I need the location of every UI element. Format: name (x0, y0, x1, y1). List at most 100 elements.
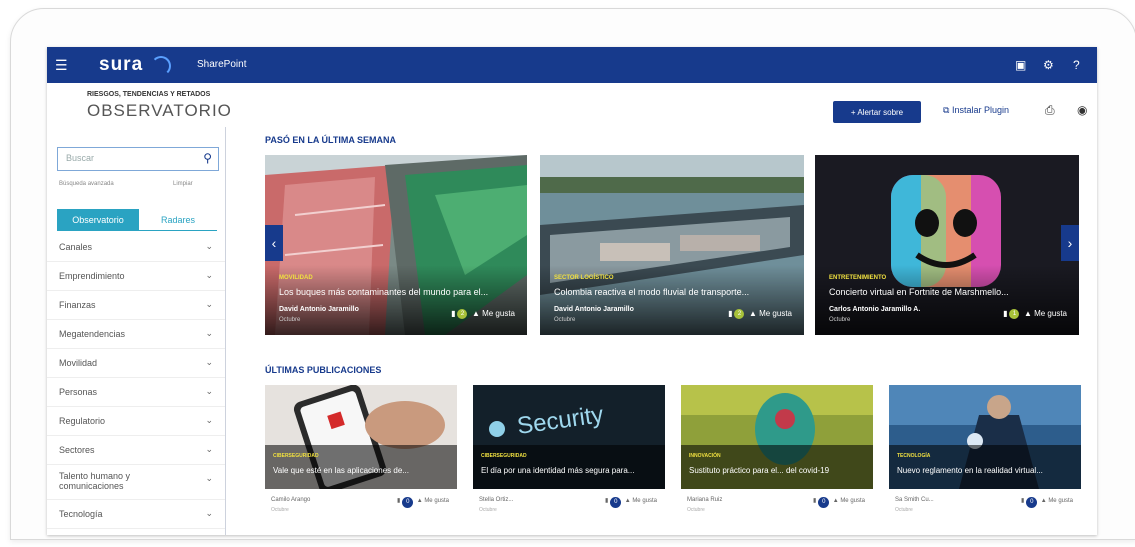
category-item[interactable]: Movilidad ⌄ (47, 349, 225, 378)
print-icon[interactable]: ⎙ (1045, 103, 1055, 118)
comment-count: 0 (610, 497, 622, 508)
category-item[interactable]: Regulatorio ⌄ (47, 407, 225, 436)
carousel-prev-button[interactable]: ‹ (265, 225, 283, 261)
like-icon[interactable]: ▲ (1024, 309, 1032, 318)
comment-icon[interactable]: ▮ (1021, 498, 1024, 504)
like-label[interactable]: Me gusta (482, 309, 515, 318)
mobile-icon[interactable]: ▣ (1015, 58, 1026, 72)
site-header: RIESGOS, TENDENCIAS Y RETADOS OBSERVATOR… (47, 83, 1097, 127)
recent-title[interactable]: Vale que esté en las aplicaciones de... (273, 466, 449, 475)
category-list: Canales ⌄ Emprendimiento ⌄ Finanzas ⌄ Megat… (47, 233, 225, 529)
category-label: Canales (59, 242, 93, 252)
search-icon[interactable]: ⚲ (203, 151, 212, 165)
sharepoint-window: ☰ sura SharePoint ▣ ⚙ ? RIESGOS, TENDENC… (47, 47, 1097, 535)
recent-footer: Mariana Ruiz Octubre ▮ 0 ▲ Me gusta (681, 491, 873, 519)
category-item[interactable]: Finanzas ⌄ (47, 291, 225, 320)
featured-card[interactable]: MOVILIDAD Los buques más contaminantes d… (265, 155, 527, 335)
like-label[interactable]: Me gusta (424, 498, 449, 504)
recent-card[interactable]: TECNOLOGÍA Nuevo reglamento en la realid… (889, 385, 1081, 520)
card-title[interactable]: Los buques más contaminantes del mundo p… (279, 287, 509, 297)
section-title-recent: ÚLTIMAS PUBLICACIONES (265, 365, 382, 375)
comment-count: 0 (818, 497, 830, 508)
comment-icon[interactable]: ▮ (605, 498, 608, 504)
recent-tag: CIBERSEGURIDAD (273, 453, 319, 459)
like-label[interactable]: Me gusta (1048, 498, 1073, 504)
like-label[interactable]: Me gusta (632, 498, 657, 504)
recent-card[interactable]: Security CIBERSEGURIDAD El día por una i… (473, 385, 665, 520)
like-label[interactable]: Me gusta (759, 309, 792, 318)
card-title[interactable]: Colombia reactiva el modo fluvial de tra… (554, 287, 784, 297)
like-icon[interactable]: ▲ (833, 498, 839, 504)
clear-link[interactable]: Limpiar (173, 181, 193, 187)
chevron-down-icon: ⌄ (205, 415, 213, 425)
carousel-next-button[interactable]: › (1061, 225, 1079, 261)
brand-arc-icon (151, 56, 171, 76)
recent-stats: ▮ 0 ▲ Me gusta (605, 497, 657, 508)
featured-card[interactable]: ENTRETENIMIENTO Concierto virtual en For… (815, 155, 1079, 335)
like-label[interactable]: Me gusta (1034, 309, 1067, 318)
recent-card[interactable]: CIBERSEGURIDAD Vale que esté en las apli… (265, 385, 457, 520)
category-label: Tecnología (59, 509, 103, 519)
like-icon[interactable]: ▲ (417, 498, 423, 504)
comment-icon[interactable]: ▮ (813, 498, 816, 504)
recent-date: Octubre (895, 507, 913, 513)
comment-icon[interactable]: ▮ (451, 309, 455, 318)
category-label: Talento humano y comunicaciones (59, 471, 131, 491)
recent-title[interactable]: Nuevo reglamento en la realidad virtual.… (897, 466, 1073, 475)
category-item[interactable]: Megatendencias ⌄ (47, 320, 225, 349)
recent-card[interactable]: INNOVACIÓN Sustituto práctico para el...… (681, 385, 873, 520)
category-item[interactable]: Personas ⌄ (47, 378, 225, 407)
install-plugin-link[interactable]: ⧉ Instalar Plugin (943, 105, 1009, 116)
settings-icon[interactable]: ⚙ (1043, 58, 1054, 72)
recent-tag: TECNOLOGÍA (897, 453, 931, 459)
comment-icon[interactable]: ▮ (1003, 309, 1007, 318)
recent-image: INNOVACIÓN Sustituto práctico para el...… (681, 385, 873, 489)
view-icon[interactable]: ◉ (1077, 103, 1087, 117)
card-stats: ▮ 2 ▲ Me gusta (728, 309, 792, 319)
like-icon[interactable]: ▲ (749, 309, 757, 318)
card-title[interactable]: Concierto virtual en Fortnite de Marshme… (829, 287, 1059, 297)
category-item[interactable]: Talento humano y comunicaciones ⌄ (47, 465, 225, 500)
comment-icon[interactable]: ▮ (728, 309, 732, 318)
like-label[interactable]: Me gusta (840, 498, 865, 504)
brand-logo[interactable]: sura (99, 54, 143, 76)
recent-date: Octubre (271, 507, 289, 513)
category-item[interactable]: Canales ⌄ (47, 233, 225, 262)
recent-image: Security CIBERSEGURIDAD El día por una i… (473, 385, 665, 489)
chevron-down-icon: ⌄ (205, 508, 213, 518)
card-date: Octubre (279, 317, 301, 323)
card-date: Octubre (554, 317, 576, 323)
search-input[interactable]: Buscar ⚲ (57, 147, 219, 171)
chevron-down-icon: ⌄ (205, 328, 213, 338)
category-item[interactable]: Sectores ⌄ (47, 436, 225, 465)
like-icon[interactable]: ▲ (625, 498, 631, 504)
site-title[interactable]: OBSERVATORIO (87, 101, 232, 121)
recent-footer: Sa Smith Cu... Octubre ▮ 0 ▲ Me gusta (889, 491, 1081, 519)
recent-footer: Camilo Arango Octubre ▮ 0 ▲ Me gusta (265, 491, 457, 519)
like-icon[interactable]: ▲ (472, 309, 480, 318)
chevron-down-icon: ⌄ (205, 241, 213, 251)
search-placeholder: Buscar (66, 153, 95, 163)
recent-title[interactable]: El día por una identidad más segura para… (481, 466, 657, 475)
alert-button[interactable]: + Alertar sobre (833, 101, 921, 123)
like-icon[interactable]: ▲ (1041, 498, 1047, 504)
comment-count: 0 (402, 497, 414, 508)
waffle-icon[interactable]: ☰ (55, 58, 68, 72)
advanced-search-link[interactable]: Búsqueda avanzada (59, 181, 114, 187)
card-stats: ▮ 1 ▲ Me gusta (1003, 309, 1067, 319)
chevron-down-icon: ⌄ (205, 270, 213, 280)
recent-title[interactable]: Sustituto práctico para el... del covid-… (689, 466, 865, 475)
comment-icon[interactable]: ▮ (397, 498, 400, 504)
featured-card[interactable]: SECTOR LOGÍSTICO Colombia reactiva el mo… (540, 155, 804, 335)
category-item[interactable]: Tecnología ⌄ (47, 500, 225, 529)
recent-image: TECNOLOGÍA Nuevo reglamento en la realid… (889, 385, 1081, 489)
category-item[interactable]: Emprendimiento ⌄ (47, 262, 225, 291)
comment-count: 1 (1009, 309, 1020, 319)
recent-image: CIBERSEGURIDAD Vale que esté en las apli… (265, 385, 457, 489)
tab-observatorio[interactable]: Observatorio (57, 209, 139, 231)
tab-radares[interactable]: Radares (139, 209, 217, 231)
product-name[interactable]: SharePoint (197, 59, 246, 70)
category-label: Emprendimiento (59, 271, 125, 281)
category-label: Finanzas (59, 300, 96, 310)
help-icon[interactable]: ? (1073, 58, 1080, 72)
